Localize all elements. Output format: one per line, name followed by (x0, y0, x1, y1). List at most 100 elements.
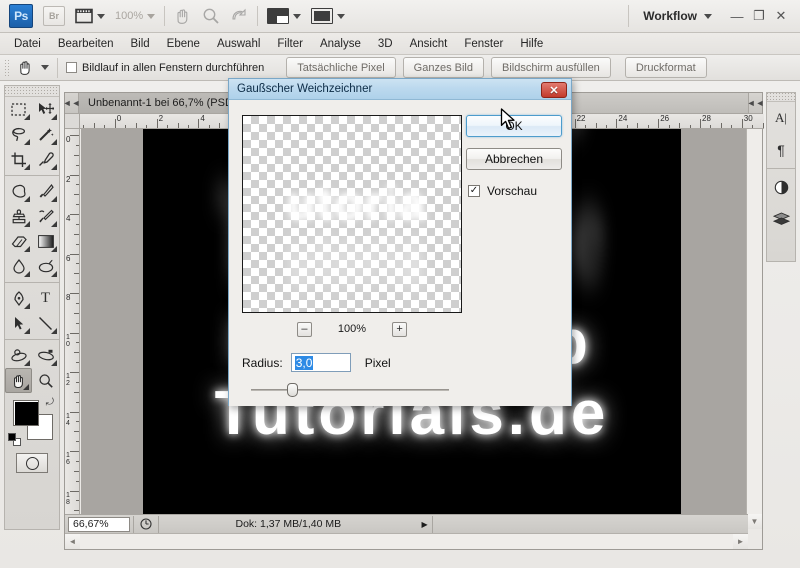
chevron-down-icon[interactable] (704, 13, 712, 19)
scroll-left-arrow[interactable]: ◄ (65, 534, 80, 549)
workspace-name-label[interactable]: Workflow (643, 9, 697, 23)
swap-colors-icon[interactable]: ⤾ (46, 397, 54, 408)
chevron-down-icon (337, 13, 346, 19)
gradient-tool[interactable] (32, 229, 59, 254)
right-dock-grip[interactable] (767, 93, 795, 102)
scroll-all-windows-checkbox[interactable] (66, 62, 77, 73)
close-button[interactable]: ✕ (770, 5, 792, 27)
eyedropper-tool[interactable] (32, 147, 59, 172)
path-selection-tool[interactable] (5, 311, 32, 336)
horizontal-type-tool[interactable]: T (32, 286, 59, 311)
slider-thumb[interactable] (287, 383, 298, 397)
paragraph-panel-button[interactable]: ¶ (767, 134, 795, 166)
status-expand-arrow[interactable]: ▶ (418, 520, 432, 529)
actual-pixels-button[interactable]: Tatsächliche Pixel (286, 57, 396, 78)
minimize-button[interactable]: — (726, 5, 748, 27)
gradient-icon (37, 235, 54, 248)
menu-item-datei[interactable]: Datei (14, 38, 41, 50)
ruler-minor-tick (637, 123, 639, 128)
menu-item-auswahl[interactable]: Auswahl (217, 38, 260, 50)
adjustments-panel-button[interactable] (767, 171, 795, 203)
foreground-color-swatch[interactable] (13, 400, 39, 426)
dodge-tool[interactable] (32, 254, 59, 279)
fill-screen-button[interactable]: Bildschirm ausfüllen (490, 57, 611, 78)
blur-tool[interactable] (5, 254, 32, 279)
menu-item-ansicht[interactable]: Ansicht (410, 38, 448, 50)
view-extras-button[interactable] (75, 4, 105, 28)
line-tool[interactable] (32, 311, 59, 336)
pen-tool[interactable] (5, 286, 32, 311)
menu-item-bild[interactable]: Bild (130, 38, 149, 50)
menu-item-ebene[interactable]: Ebene (167, 38, 200, 50)
rectangular-marquee-tool[interactable] (5, 97, 32, 122)
zoom-percentage-field[interactable]: 66,67% (68, 516, 130, 532)
menu-item-analyse[interactable]: Analyse (320, 38, 361, 50)
preview-zoom-out-button[interactable]: – (296, 321, 312, 337)
ruler-label: 30 (743, 114, 753, 123)
ok-button[interactable]: OK (466, 115, 562, 137)
layers-panel-button[interactable] (767, 203, 795, 235)
menu-item-hilfe[interactable]: Hilfe (520, 38, 543, 50)
close-icon[interactable]: ✕ (541, 82, 567, 98)
menu-item-filter[interactable]: Filter (277, 38, 303, 50)
radius-input[interactable]: 3,0 (290, 353, 351, 372)
zoom-level-selector[interactable]: 100% (115, 4, 156, 28)
default-colors-icon[interactable] (8, 433, 21, 446)
rotate-view-tool-button[interactable] (230, 4, 248, 28)
menu-item-bearbeiten[interactable]: Bearbeiten (58, 38, 114, 50)
fit-screen-button[interactable]: Ganzes Bild (402, 57, 484, 78)
radius-slider[interactable] (251, 382, 449, 398)
preview-zoom-in-button[interactable]: + (392, 321, 408, 337)
spot-healing-brush-tool[interactable] (5, 179, 32, 204)
tabbar-collapse-left-button[interactable]: ◄◄ (63, 93, 80, 113)
vertical-ruler[interactable]: 0 2 4 6 8 10 12 14 16 18 (65, 129, 80, 529)
ruler-minor-tick (752, 125, 754, 128)
zoom-tool[interactable] (32, 368, 59, 393)
cancel-button[interactable]: Abbrechen (466, 148, 562, 170)
ruler-minor-tick (74, 312, 79, 314)
launch-bridge-button[interactable]: Br (43, 6, 65, 26)
print-size-button[interactable]: Druckformat (624, 57, 707, 78)
screen-mode-button[interactable] (267, 4, 302, 28)
magic-wand-tool[interactable] (32, 122, 59, 147)
move-tool[interactable] (32, 97, 59, 122)
history-brush-tool[interactable] (32, 204, 59, 229)
tabbar-collapse-right-button[interactable]: ◄◄ (747, 93, 764, 113)
ruler-tick (616, 119, 618, 128)
tools-panel-grip[interactable] (5, 86, 59, 97)
zoom-tool-button[interactable] (202, 4, 220, 28)
ruler-minor-tick (585, 125, 587, 128)
menu-item-3d[interactable]: 3D (378, 38, 393, 50)
hand-tool[interactable] (5, 368, 32, 393)
blur-preview[interactable]: utoria utoria (242, 115, 462, 313)
clone-stamp-tool[interactable] (5, 204, 32, 229)
hand-tool-button[interactable] (174, 4, 192, 28)
menu-item-fenster[interactable]: Fenster (464, 38, 503, 50)
3d-orbit-tool[interactable] (32, 343, 59, 368)
quick-mask-toggle[interactable] (16, 453, 48, 473)
character-panel-button[interactable]: A| (767, 102, 795, 134)
gaussian-blur-dialog: Gaußscher Weichzeichner ✕ utoria utoria … (228, 78, 572, 406)
restore-button[interactable]: ❐ (748, 5, 770, 27)
options-bar-grip[interactable] (4, 58, 10, 77)
3d-rotate-tool[interactable] (5, 343, 32, 368)
3d-rotate-icon (10, 349, 27, 362)
horizontal-scrollbar[interactable]: ◄ ► (65, 533, 748, 549)
lasso-tool[interactable] (5, 122, 32, 147)
pen-nib-icon (13, 291, 24, 306)
vertical-scrollbar[interactable]: ▼ (746, 129, 762, 529)
preview-checkbox[interactable]: ✓ (468, 185, 480, 197)
eraser-tool[interactable] (5, 229, 32, 254)
scroll-down-arrow[interactable]: ▼ (747, 514, 762, 529)
timing-clock-icon[interactable] (134, 518, 158, 530)
ruler-origin-corner[interactable] (65, 114, 80, 129)
arrange-documents-button[interactable] (311, 4, 346, 28)
document-tab-title: Unbenannt-1 bei 66,7% (PSD, (88, 97, 236, 109)
crop-tool[interactable] (5, 147, 32, 172)
ruler-minor-tick (74, 233, 79, 235)
preview-checkbox-row[interactable]: ✓ Vorschau (468, 184, 537, 198)
dialog-title-bar[interactable]: Gaußscher Weichzeichner ✕ (229, 79, 571, 100)
tool-preset-chevron-down-icon[interactable] (41, 65, 49, 70)
scroll-right-arrow[interactable]: ► (733, 534, 748, 549)
brush-tool[interactable] (32, 179, 59, 204)
